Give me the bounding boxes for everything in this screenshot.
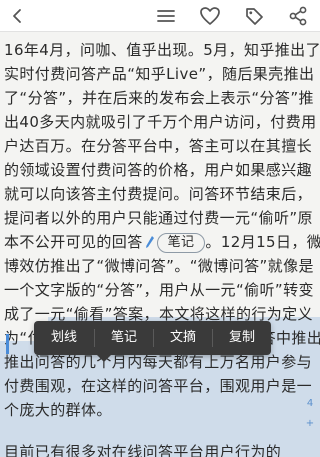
menu-item-note[interactable]: 笔记 (95, 321, 153, 355)
text-line: 付费围观，在这样的问答平台，围观用户是一 (4, 377, 313, 395)
text-segment: 。12月15日，微 (205, 233, 320, 251)
menu-item-excerpt[interactable]: 文摘 (154, 321, 212, 355)
pen-icon (145, 232, 155, 256)
text-line: 一个文字版的“分答”，用户从一元“偷听”转变 (4, 281, 314, 299)
menu-icon[interactable] (150, 0, 182, 32)
tag-icon[interactable] (238, 0, 270, 32)
text-line: 的领域设置付费问答的价格，用户如果感兴趣 (4, 161, 313, 179)
side-marker[interactable]: + (304, 418, 316, 429)
back-arrow-icon[interactable] (2, 0, 34, 32)
text-line: 就可以向该答主付费提问。问答环节结束后， (4, 185, 313, 203)
text-line: 出40多天内就吸引了千万个用户访问，付费用 (4, 113, 317, 131)
reader-toolbar (0, 0, 320, 32)
text-segment: 本不公开可见的回答 (4, 233, 143, 251)
text-line: 16年4月，问咖、值乎出现。5月，知乎推出了 (4, 41, 320, 59)
heart-icon[interactable] (194, 0, 226, 32)
text-line: 个庞大的群体。 (4, 401, 112, 419)
side-marker: 4 (306, 398, 314, 409)
menu-pointer (97, 355, 111, 362)
reading-area[interactable]: 16年4月，问咖、值乎出现。5月，知乎推出了 实时付费问答产品“知乎Live”，… (0, 32, 320, 457)
text-line: 提问者以外的用户只能通过付费一元“偷听”原 (4, 209, 313, 227)
text-line: 目前已有很多对在线问答平台用户行为的 (4, 443, 282, 457)
selection-context-menu: 划线 笔记 文摘 复制 (34, 321, 271, 362)
menu-item-copy[interactable]: 复制 (213, 321, 271, 355)
text-line: 博效仿推出了“微博问答”。“微博问答”就像是 (4, 257, 314, 275)
selection-start-handle[interactable] (6, 334, 9, 354)
share-icon[interactable] (282, 0, 314, 32)
text-line: 本不公开可见的回答 笔记 。12月15日，微 (4, 230, 320, 256)
text-line: 了“分答”，并在后来的发布会上表示“分答”推 (4, 89, 314, 107)
text-line: 实时付费问答产品“知乎Live”，随后果壳推出 (4, 65, 315, 83)
menu-item-underline[interactable]: 划线 (34, 321, 94, 355)
text-line: 户达百万。在分答平台中，答主可以在其擅长 (4, 137, 313, 155)
note-badge[interactable]: 笔记 (156, 233, 206, 253)
